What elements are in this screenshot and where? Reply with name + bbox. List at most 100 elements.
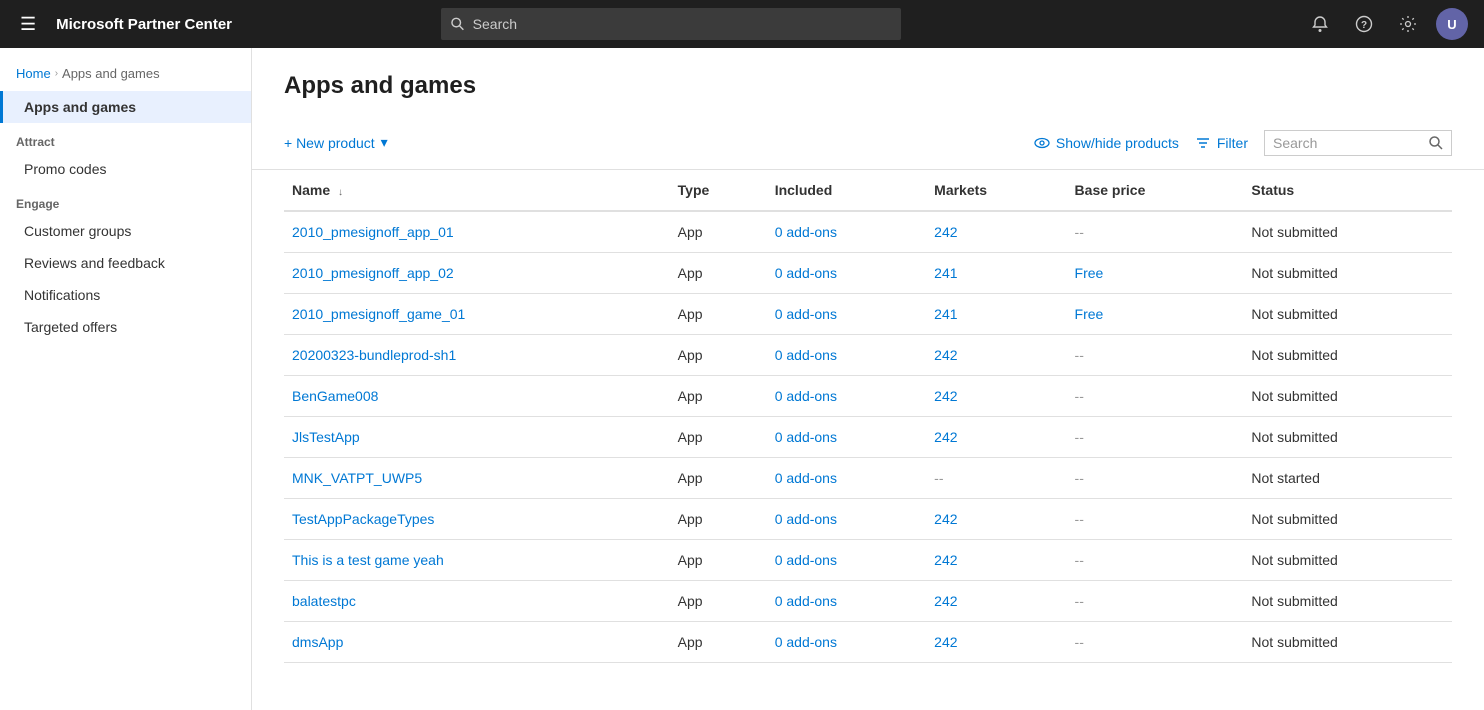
cell-base-price: -- — [1067, 458, 1244, 499]
cell-status: Not submitted — [1243, 376, 1452, 417]
table-header: Name ↓ Type Included Markets Base price … — [284, 170, 1452, 211]
sidebar-item-customer-groups[interactable]: Customer groups — [0, 215, 251, 247]
markets-link[interactable]: 242 — [934, 429, 957, 445]
filter-button[interactable]: Filter — [1195, 135, 1248, 151]
cell-name: 2010_pmesignoff_app_01 — [284, 211, 670, 253]
included-link[interactable]: 0 add-ons — [775, 593, 837, 609]
col-name[interactable]: Name ↓ — [284, 170, 670, 211]
filter-label: Filter — [1217, 135, 1248, 151]
product-name-link[interactable]: dmsApp — [292, 634, 343, 650]
global-search-box[interactable] — [441, 8, 901, 40]
markets-link[interactable]: 242 — [934, 388, 957, 404]
cell-type: App — [670, 458, 767, 499]
cell-markets: 242 — [926, 417, 1066, 458]
markets-link[interactable]: 241 — [934, 265, 957, 281]
markets-link[interactable]: 242 — [934, 224, 957, 240]
cell-name: JlsTestApp — [284, 417, 670, 458]
markets-link[interactable]: 242 — [934, 511, 957, 527]
show-hide-products-button[interactable]: Show/hide products — [1034, 135, 1179, 151]
product-search-input[interactable] — [1273, 135, 1423, 151]
topnav-icons: ? U — [1304, 8, 1468, 40]
markets-link[interactable]: 242 — [934, 347, 957, 363]
topnav: ☰ Microsoft Partner Center ? U — [0, 0, 1484, 48]
table-row: dmsApp App 0 add-ons 242 -- Not submitte… — [284, 622, 1452, 663]
sidebar-item-notifications[interactable]: Notifications — [0, 279, 251, 311]
cell-status: Not submitted — [1243, 253, 1452, 294]
cell-name: balatestpc — [284, 581, 670, 622]
product-name-link[interactable]: 2010_pmesignoff_app_02 — [292, 265, 454, 281]
included-link[interactable]: 0 add-ons — [775, 306, 837, 322]
breadcrumb-separator: › — [55, 68, 58, 79]
cell-status: Not submitted — [1243, 581, 1452, 622]
cell-status: Not submitted — [1243, 499, 1452, 540]
included-link[interactable]: 0 add-ons — [775, 224, 837, 240]
sidebar-item-apps-and-games[interactable]: Apps and games — [0, 91, 251, 123]
price-link[interactable]: Free — [1075, 265, 1104, 281]
breadcrumb-home[interactable]: Home — [16, 66, 51, 81]
included-link[interactable]: 0 add-ons — [775, 470, 837, 486]
notification-bell-icon[interactable] — [1304, 8, 1336, 40]
included-link[interactable]: 0 add-ons — [775, 388, 837, 404]
table-row: JlsTestApp App 0 add-ons 242 -- Not subm… — [284, 417, 1452, 458]
cell-base-price: -- — [1067, 335, 1244, 376]
product-search-box[interactable] — [1264, 130, 1452, 156]
product-name-link[interactable]: TestAppPackageTypes — [292, 511, 434, 527]
global-search-input[interactable] — [473, 16, 892, 32]
table-row: TestAppPackageTypes App 0 add-ons 242 --… — [284, 499, 1452, 540]
table-row: 2010_pmesignoff_game_01 App 0 add-ons 24… — [284, 294, 1452, 335]
sidebar-section-engage: Engage — [0, 185, 251, 215]
markets-link[interactable]: 241 — [934, 306, 957, 322]
cell-base-price: -- — [1067, 622, 1244, 663]
included-link[interactable]: 0 add-ons — [775, 347, 837, 363]
cell-type: App — [670, 294, 767, 335]
included-link[interactable]: 0 add-ons — [775, 511, 837, 527]
table-body: 2010_pmesignoff_app_01 App 0 add-ons 242… — [284, 211, 1452, 663]
sidebar-section-attract: Attract — [0, 123, 251, 153]
included-link[interactable]: 0 add-ons — [775, 429, 837, 445]
product-name-link[interactable]: 2010_pmesignoff_app_01 — [292, 224, 454, 240]
product-name-link[interactable]: balatestpc — [292, 593, 356, 609]
sidebar-item-reviews-feedback[interactable]: Reviews and feedback — [0, 247, 251, 279]
col-status: Status — [1243, 170, 1452, 211]
cell-base-price: Free — [1067, 253, 1244, 294]
cell-name: This is a test game yeah — [284, 540, 670, 581]
product-name-link[interactable]: MNK_VATPT_UWP5 — [292, 470, 422, 486]
cell-status: Not submitted — [1243, 294, 1452, 335]
product-name-link[interactable]: 2010_pmesignoff_game_01 — [292, 306, 465, 322]
cell-name: 2010_pmesignoff_app_02 — [284, 253, 670, 294]
cell-name: 20200323-bundleprod-sh1 — [284, 335, 670, 376]
included-link[interactable]: 0 add-ons — [775, 265, 837, 281]
help-icon[interactable]: ? — [1348, 8, 1380, 40]
cell-type: App — [670, 581, 767, 622]
product-name-link[interactable]: BenGame008 — [292, 388, 378, 404]
sidebar-item-promo-codes[interactable]: Promo codes — [0, 153, 251, 185]
col-markets: Markets — [926, 170, 1066, 211]
product-name-link[interactable]: 20200323-bundleprod-sh1 — [292, 347, 456, 363]
avatar[interactable]: U — [1436, 8, 1468, 40]
hamburger-icon[interactable]: ☰ — [16, 10, 40, 39]
included-link[interactable]: 0 add-ons — [775, 634, 837, 650]
cell-included: 0 add-ons — [767, 622, 926, 663]
included-link[interactable]: 0 add-ons — [775, 552, 837, 568]
markets-link[interactable]: 242 — [934, 552, 957, 568]
cell-markets: 241 — [926, 253, 1066, 294]
svg-text:?: ? — [1361, 20, 1367, 31]
cell-base-price: -- — [1067, 417, 1244, 458]
cell-status: Not submitted — [1243, 417, 1452, 458]
cell-name: dmsApp — [284, 622, 670, 663]
page-title: Apps and games — [284, 72, 1452, 100]
table-row: 20200323-bundleprod-sh1 App 0 add-ons 24… — [284, 335, 1452, 376]
cell-type: App — [670, 335, 767, 376]
product-name-link[interactable]: JlsTestApp — [292, 429, 360, 445]
settings-icon[interactable] — [1392, 8, 1424, 40]
price-link[interactable]: Free — [1075, 306, 1104, 322]
markets-link[interactable]: 242 — [934, 634, 957, 650]
cell-markets: -- — [926, 458, 1066, 499]
cell-markets: 242 — [926, 499, 1066, 540]
sidebar-item-targeted-offers[interactable]: Targeted offers — [0, 311, 251, 343]
table-row: BenGame008 App 0 add-ons 242 -- Not subm… — [284, 376, 1452, 417]
product-name-link[interactable]: This is a test game yeah — [292, 552, 444, 568]
markets-link[interactable]: 242 — [934, 593, 957, 609]
new-product-button[interactable]: + New product ▾ — [284, 128, 388, 157]
cell-status: Not started — [1243, 458, 1452, 499]
